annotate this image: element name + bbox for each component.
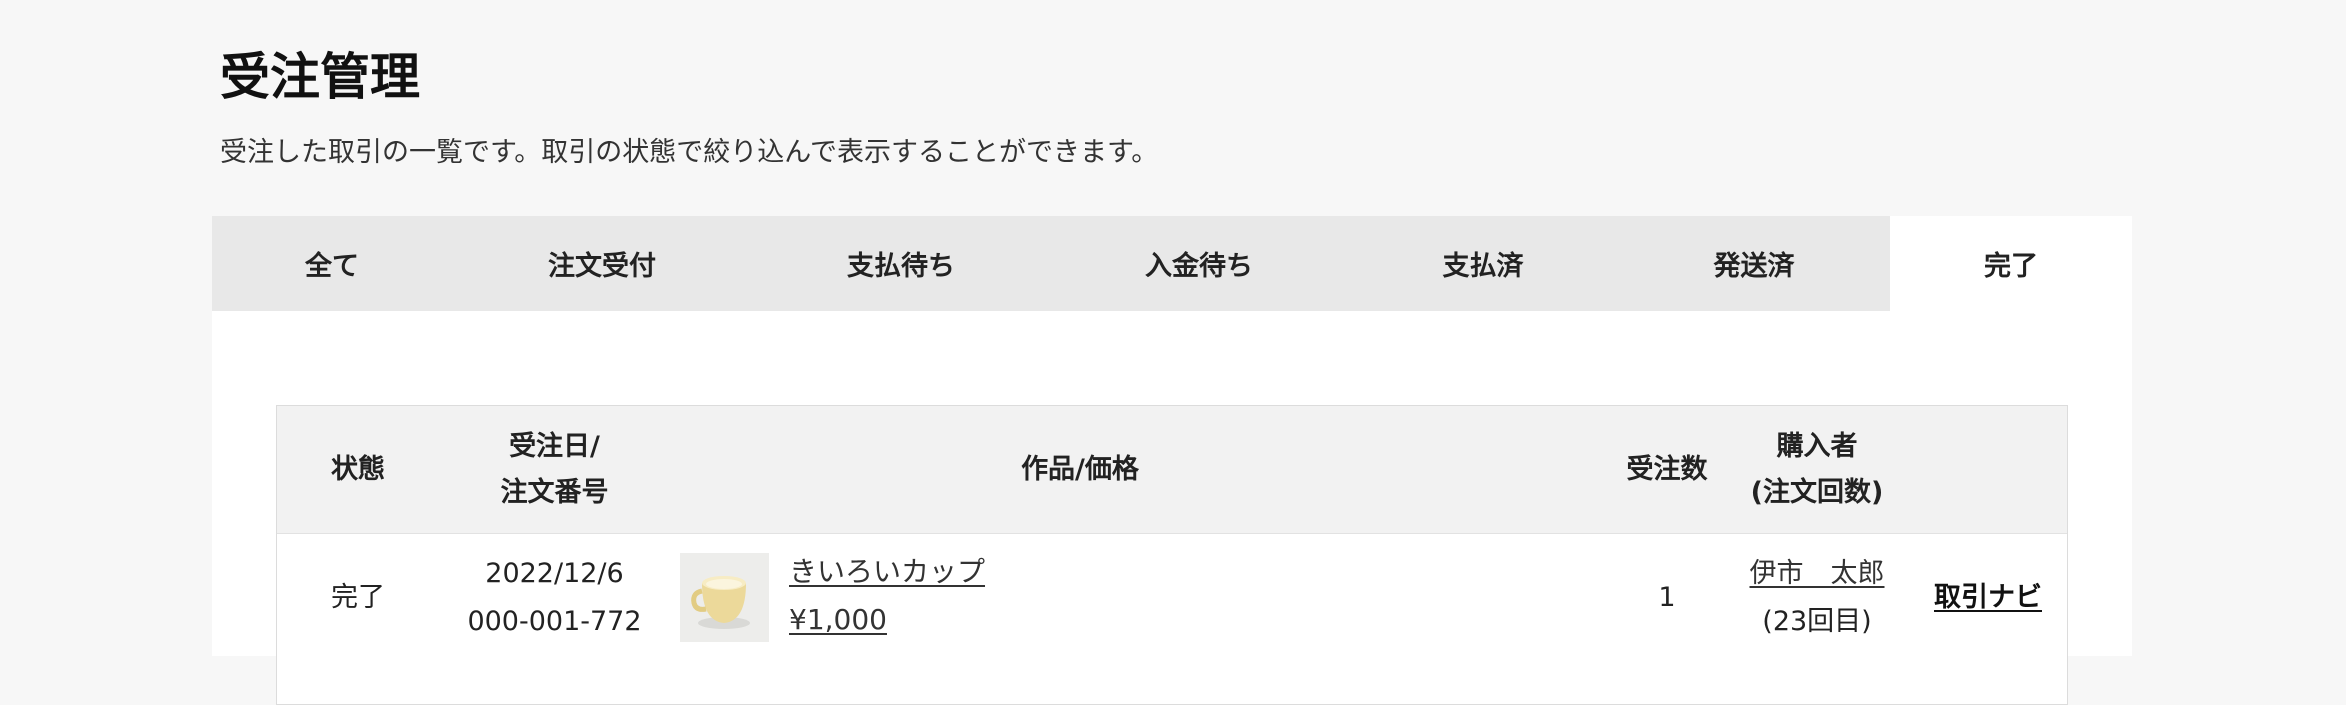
header-product-price: 作品/価格	[1021, 453, 1139, 485]
header-buyer: 購入者 (注文回数)	[1750, 430, 1884, 508]
tab-completed[interactable]: 完了	[1890, 216, 2132, 311]
header-quantity: 受注数	[1626, 453, 1708, 485]
orders-table: 状態 受注日/ 注文番号 作品/価格 受注数 購入者 (注文回数) 完了 202…	[276, 405, 2068, 705]
orders-panel: 状態 受注日/ 注文番号 作品/価格 受注数 購入者 (注文回数) 完了 202…	[212, 311, 2132, 705]
header-order-date: 受注日/ 注文番号	[500, 430, 609, 508]
row-buyer: 伊市 太郎 (23回目)	[1727, 533, 1907, 663]
yellow-cup-icon	[680, 553, 769, 642]
tab-paid[interactable]: 支払済	[1348, 216, 1618, 311]
order-count: (23回目)	[1762, 606, 1872, 637]
tab-order-received[interactable]: 注文受付	[452, 216, 752, 311]
tab-awaiting-deposit[interactable]: 入金待ち	[1050, 216, 1348, 311]
transaction-navi-link[interactable]: 取引ナビ	[1934, 574, 2042, 622]
tab-shipped[interactable]: 発送済	[1618, 216, 1890, 311]
row-quantity: 1	[1658, 582, 1676, 613]
header-status: 状態	[331, 453, 385, 485]
product-thumbnail[interactable]	[680, 553, 769, 642]
status-filter-tabs: 全て 注文受付 支払待ち 入金待ち 支払済 発送済 完了	[212, 216, 2132, 311]
page-description: 受注した取引の一覧です。取引の状態で絞り込んで表示することができます。	[220, 137, 1159, 168]
row-action: 取引ナビ	[1907, 533, 2069, 663]
row-status: 完了	[331, 582, 385, 613]
product-price-link[interactable]: ¥1,000	[789, 596, 887, 644]
tab-all[interactable]: 全て	[212, 216, 452, 311]
row-order-date: 2022/12/6 000-001-772	[467, 558, 642, 637]
buyer-name-link[interactable]: 伊市 太郎	[1750, 550, 1885, 598]
product-info: きいろいカップ ¥1,000	[789, 548, 985, 644]
tab-awaiting-payment[interactable]: 支払待ち	[752, 216, 1050, 311]
product-name-link[interactable]: きいろいカップ	[789, 548, 985, 596]
table-header: 状態 受注日/ 注文番号 作品/価格 受注数 購入者 (注文回数)	[277, 406, 2067, 534]
page-title: 受注管理	[220, 48, 420, 106]
